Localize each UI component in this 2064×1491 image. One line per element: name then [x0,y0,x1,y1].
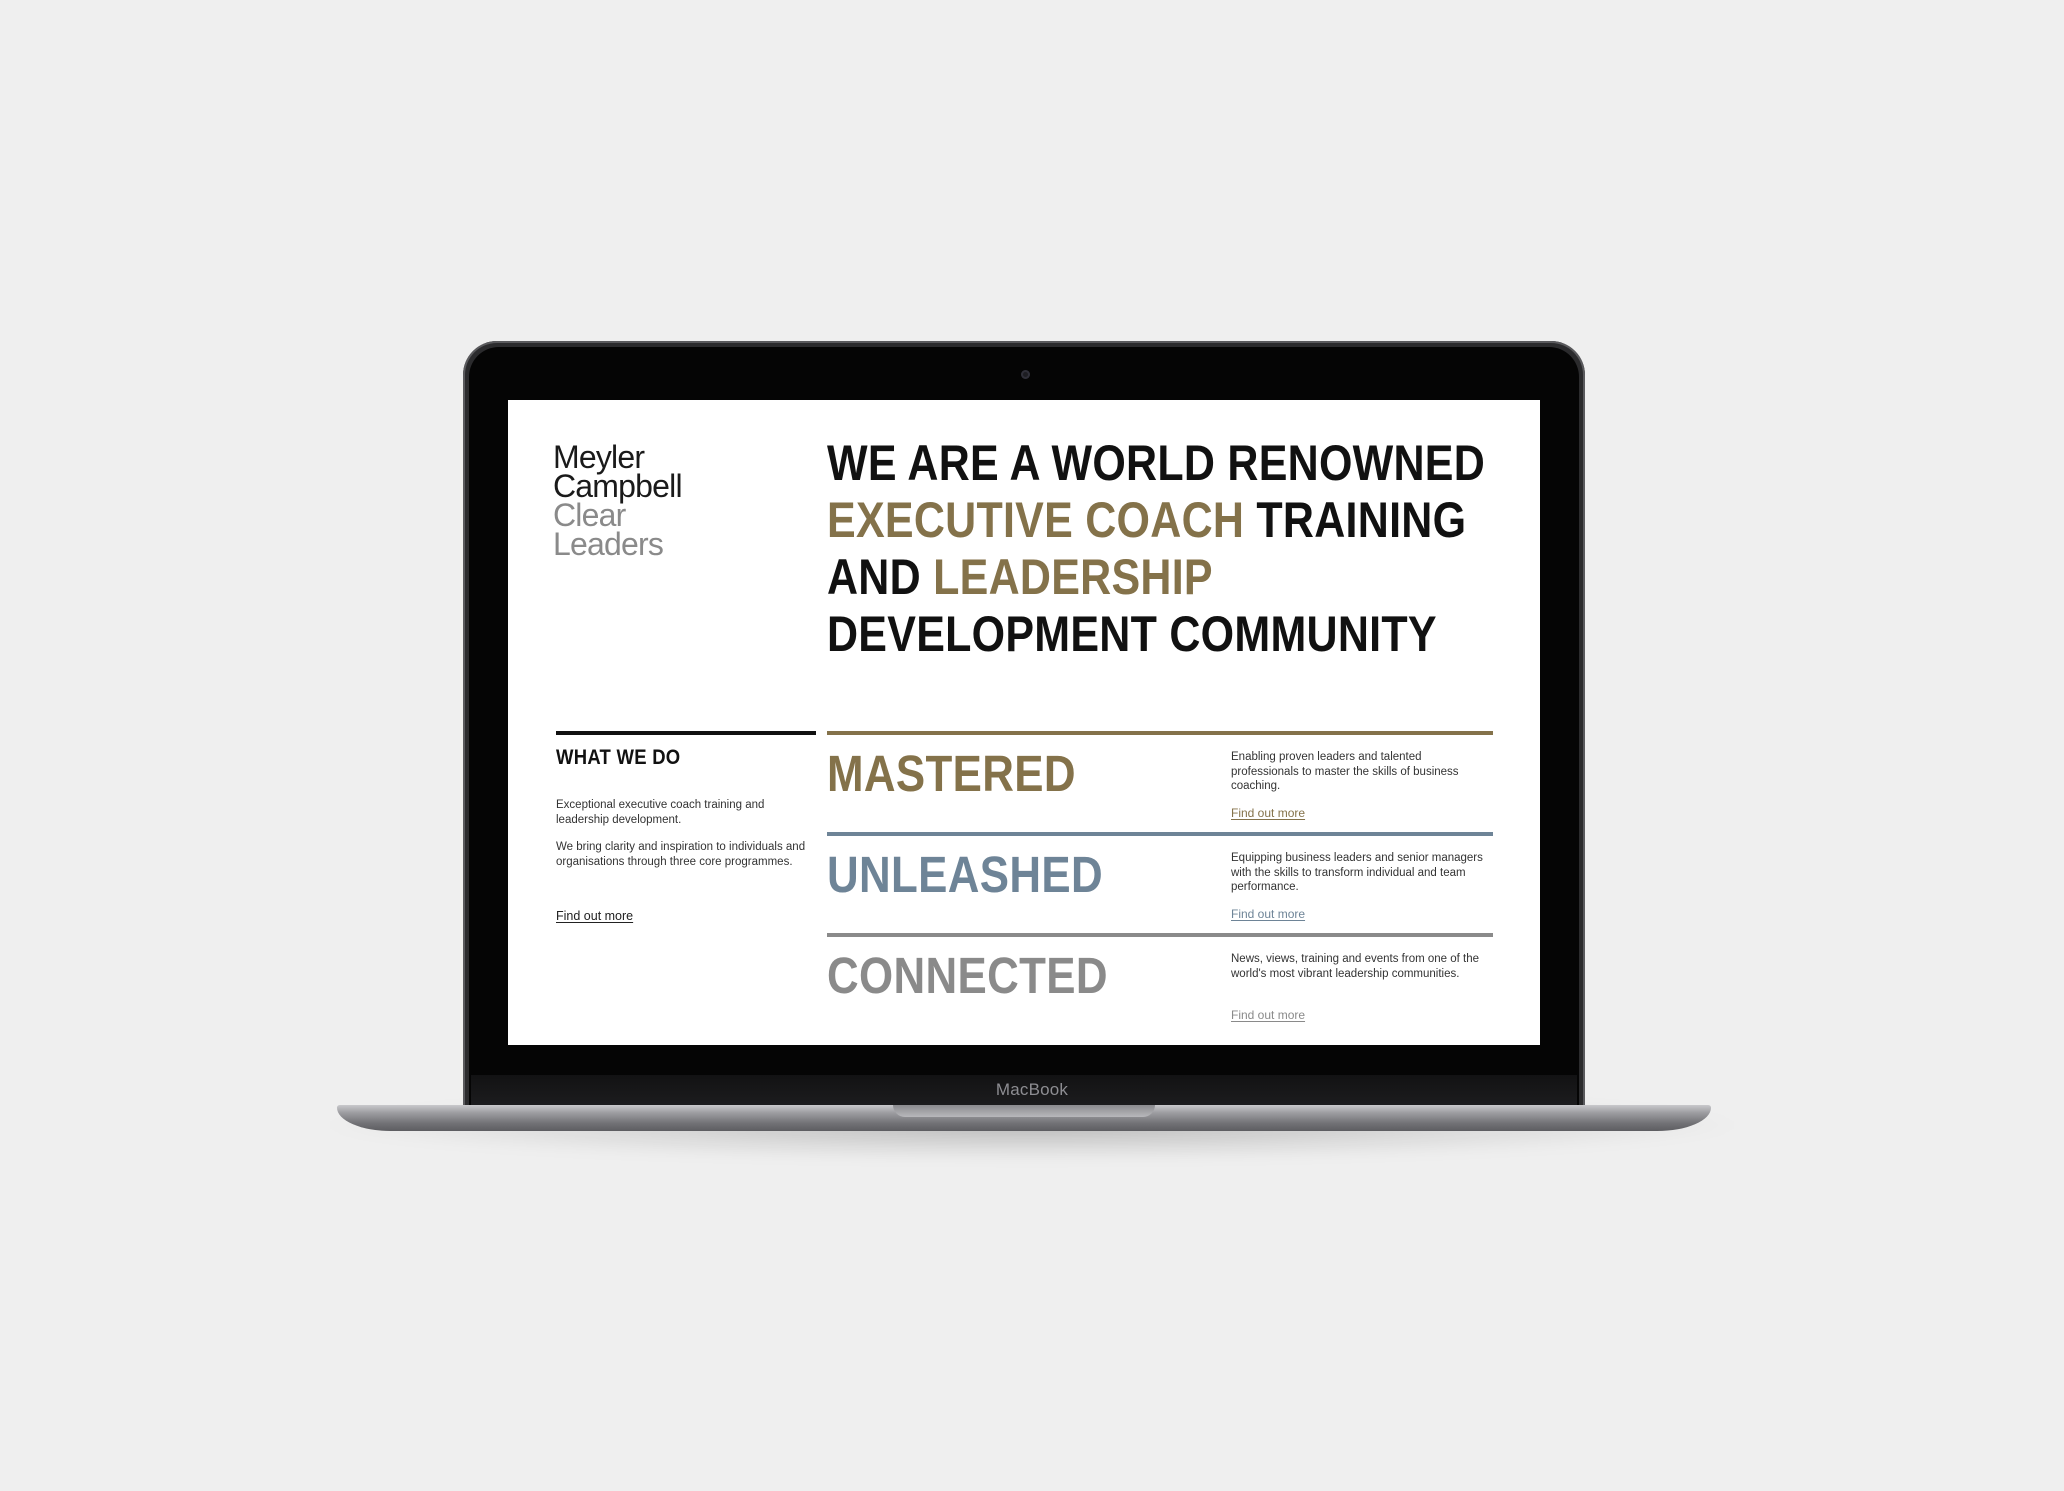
unleashed-title[interactable]: UNLEASHED [827,845,1103,904]
connected-divider [827,933,1493,937]
mastered-title[interactable]: MASTERED [827,744,1076,803]
headline-text-and: AND [827,549,934,605]
device-brand-label: MacBook [995,1080,1069,1099]
headline-line-3: AND LEADERSHIP [827,549,1420,606]
mastered-divider [827,731,1493,735]
unleashed-description: Equipping business leaders and senior ma… [1231,852,1483,893]
mastered-find-out-more-link[interactable]: Find out more [1231,806,1305,820]
connected-find-out-more-link[interactable]: Find out more [1231,1008,1305,1022]
laptop-opening-notch [893,1105,1155,1117]
unleashed-divider [827,832,1493,836]
headline-line-4: DEVELOPMENT COMMUNITY [827,606,1437,662]
site-logo[interactable]: Meyler Campbell Clear Leaders [553,441,683,562]
headline-line-1: WE ARE A WORLD RENOWNED [827,435,1486,491]
what-we-do-paragraph-2: We bring clarity and inspiration to indi… [556,841,806,868]
mastered-description: Enabling proven leaders and talented pro… [1231,751,1459,792]
hero-headline: WE ARE A WORLD RENOWNED EXECUTIVE COACH … [827,435,1486,663]
what-we-do-divider [556,731,816,735]
headline-text-training: TRAINING [1244,492,1467,548]
what-we-do-heading: WHAT WE DO [556,746,681,769]
unleashed-find-out-more-link[interactable]: Find out more [1231,907,1305,921]
what-we-do-paragraph-1: Exceptional executive coach training and… [556,799,765,826]
website-screen: Meyler Campbell Clear Leaders WE ARE A W… [508,400,1540,1045]
connected-description: News, views, training and events from on… [1231,953,1480,980]
headline-accent-leadership: LEADERSHIP [933,549,1213,605]
logo-line-leaders: Leaders [553,526,664,562]
camera-icon [1021,370,1030,379]
connected-title[interactable]: CONNECTED [827,946,1108,1005]
headline-accent-executive-coach: EXECUTIVE COACH [827,492,1245,548]
what-we-do-find-out-more-link[interactable]: Find out more [556,909,633,923]
headline-line-2: EXECUTIVE COACH TRAINING [827,492,1466,549]
